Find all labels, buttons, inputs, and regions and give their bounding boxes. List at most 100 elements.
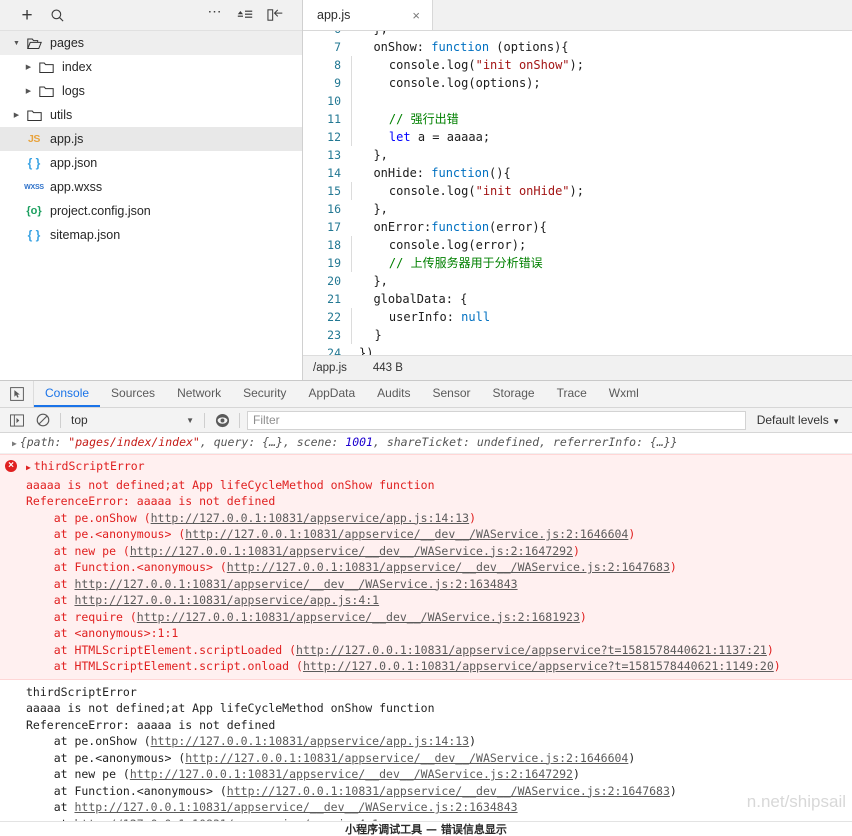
devtools-tab-wxml[interactable]: Wxml	[598, 381, 650, 407]
console-settings-eye-button[interactable]	[209, 413, 235, 428]
devtools-tab-console[interactable]: Console	[34, 381, 101, 407]
code-token: userInfo:	[360, 310, 462, 324]
object-segment: , query: {…}, scene:	[199, 435, 346, 449]
code-viewport[interactable]: 6 },7 onShow: function (options){8 conso…	[303, 31, 852, 355]
chevron-down-icon[interactable]	[10, 40, 23, 47]
devtools-tab-security[interactable]: Security	[232, 381, 297, 407]
console-object-message[interactable]: ▶ {path: "pages/index/index", query: {…},…	[0, 433, 852, 454]
code-line: 19 // 上传服务器用于分析错误	[303, 254, 852, 272]
stack-line-tail: )	[669, 783, 677, 798]
stack-source-link[interactable]: http://127.0.0.1:10831/appservice/__dev_…	[185, 751, 628, 765]
devtools-tab-storage[interactable]: Storage	[482, 381, 546, 407]
line-number: 6	[303, 31, 351, 38]
plus-icon: +	[21, 4, 33, 26]
code-line: 24})	[303, 344, 852, 355]
stack-line-text: at	[26, 576, 75, 591]
code-token: console.log(	[360, 184, 476, 198]
stack-line: at HTMLScriptElement.scriptLoaded (http:…	[0, 642, 852, 659]
code-token: },	[359, 31, 387, 36]
execution-context-select[interactable]: top ▼	[65, 413, 200, 427]
expand-triangle-icon[interactable]: ▶	[12, 439, 17, 448]
console-error-message[interactable]: × ▶ thirdScriptError aaaaa is not defined;a…	[0, 454, 852, 680]
sort-list-button[interactable]	[230, 2, 260, 28]
log-levels-select[interactable]: Default levels ▼	[749, 413, 848, 427]
tree-item-utils[interactable]: utils	[0, 103, 302, 127]
tree-item-app-json[interactable]: { } app.json	[0, 151, 302, 175]
bottom-hint-text: 小程序调试工具 — 错误信息显示	[345, 823, 507, 836]
console-sidebar-toggle-button[interactable]	[4, 413, 30, 427]
code-line-text: })	[351, 344, 373, 355]
tree-item-app-js[interactable]: JS app.js	[0, 127, 302, 151]
code-token: }	[360, 328, 382, 342]
tree-item-label: utils	[50, 108, 73, 122]
tree-item-app-wxss[interactable]: WXSS app.wxss	[0, 175, 302, 199]
stack-source-link[interactable]: http://127.0.0.1:10831/appservice/__dev_…	[74, 577, 517, 591]
devtools-tab-audits[interactable]: Audits	[366, 381, 421, 407]
tree-item-pages[interactable]: pages	[0, 31, 302, 55]
stack-source-link[interactable]: http://127.0.0.1:10831/appservice/appser…	[303, 659, 774, 673]
object-segment: , shareTicket: undefined, referrerInfo: …	[372, 435, 678, 449]
chevron-right-icon[interactable]	[22, 63, 35, 71]
devtools-tab-sources[interactable]: Sources	[100, 381, 166, 407]
clear-console-icon	[36, 413, 50, 427]
devtools-tab-network[interactable]: Network	[166, 381, 232, 407]
devtools-tab-sensor[interactable]: Sensor	[422, 381, 482, 407]
code-line: 16 },	[303, 200, 852, 218]
more-options-button[interactable]: ⋯	[200, 2, 230, 28]
stack-source-link[interactable]: http://127.0.0.1:10831/appservice/__dev_…	[130, 767, 573, 781]
line-number: 21	[327, 292, 341, 306]
stack-source-link[interactable]: http://127.0.0.1:10831/appservice/app.js…	[151, 511, 470, 525]
stack-line-text: at pe.onShow (	[26, 510, 151, 525]
eye-icon	[215, 413, 229, 427]
stack-line: aaaaa is not defined;at App lifeCycleMet…	[0, 700, 852, 717]
chevron-right-icon[interactable]	[10, 111, 23, 119]
chevron-right-icon[interactable]	[22, 87, 35, 95]
collapse-panel-button[interactable]	[260, 2, 290, 28]
console-plain-message[interactable]: thirdScriptError aaaaa is not defined;at …	[0, 680, 852, 836]
line-number: 8	[334, 58, 341, 72]
stack-line-tail: )	[766, 642, 774, 657]
stack-line-text: at pe.<anonymous> (	[26, 750, 186, 765]
close-icon[interactable]: ×	[410, 9, 422, 22]
stack-source-link[interactable]: http://127.0.0.1:10831/appservice/__dev_…	[227, 784, 670, 798]
stack-source-link[interactable]: http://127.0.0.1:10831/appservice/app.js…	[151, 734, 470, 748]
code-line-text: let a = aaaaa;	[351, 128, 490, 146]
search-files-button[interactable]	[42, 2, 72, 28]
tree-item-logs[interactable]: logs	[0, 79, 302, 103]
stack-source-link[interactable]: http://127.0.0.1:10831/appservice/__dev_…	[137, 610, 580, 624]
code-line: 17 onError:function(error){	[303, 218, 852, 236]
stack-source-link[interactable]: http://127.0.0.1:10831/appservice/__dev_…	[227, 560, 670, 574]
collapse-panel-icon	[266, 9, 282, 21]
inspect-element-button[interactable]	[0, 381, 34, 407]
console-filter-input[interactable]	[247, 410, 746, 430]
stack-source-link[interactable]: http://127.0.0.1:10831/appservice/__dev_…	[74, 800, 517, 814]
code-line: 14 onHide: function(){	[303, 164, 852, 182]
tree-item-project-config-json[interactable]: {o} project.config.json	[0, 199, 302, 223]
tree-item-index[interactable]: index	[0, 55, 302, 79]
stack-line-text: ReferenceError: aaaaa is not defined	[26, 494, 276, 508]
code-line: 8 console.log("init onShow");	[303, 56, 852, 74]
clear-console-button[interactable]	[30, 413, 56, 427]
add-file-button[interactable]: +	[12, 2, 42, 28]
status-file-size: 443 B	[372, 362, 403, 374]
stack-source-link[interactable]: http://127.0.0.1:10831/appservice/__dev_…	[130, 544, 573, 558]
code-line: 22 userInfo: null	[303, 308, 852, 326]
code-line-text: },	[351, 200, 387, 218]
stack-line-tail: )	[572, 767, 580, 781]
console-message-list[interactable]: ▶ {path: "pages/index/index", query: {…},…	[0, 433, 852, 836]
stack-line: at <anonymous>:1:1	[0, 625, 852, 642]
code-line-text: },	[351, 146, 387, 164]
code-token: "init onShow"	[475, 58, 570, 72]
devtools-tab-appdata[interactable]: AppData	[297, 381, 366, 407]
expand-triangle-icon[interactable]: ▶	[26, 463, 31, 472]
devtools-tab-trace[interactable]: Trace	[546, 381, 598, 407]
editor-tab-app-js[interactable]: app.js ×	[303, 0, 433, 30]
tree-item-label: index	[62, 60, 92, 74]
tree-item-sitemap-json[interactable]: { } sitemap.json	[0, 223, 302, 247]
stack-source-link[interactable]: http://127.0.0.1:10831/appservice/app.js…	[74, 593, 379, 607]
folder-icon	[23, 109, 45, 122]
tree-item-label: pages	[50, 36, 85, 50]
stack-source-link[interactable]: http://127.0.0.1:10831/appservice/__dev_…	[185, 527, 628, 541]
stack-source-link[interactable]: http://127.0.0.1:10831/appservice/appser…	[296, 643, 767, 657]
line-number: 17	[327, 220, 341, 234]
